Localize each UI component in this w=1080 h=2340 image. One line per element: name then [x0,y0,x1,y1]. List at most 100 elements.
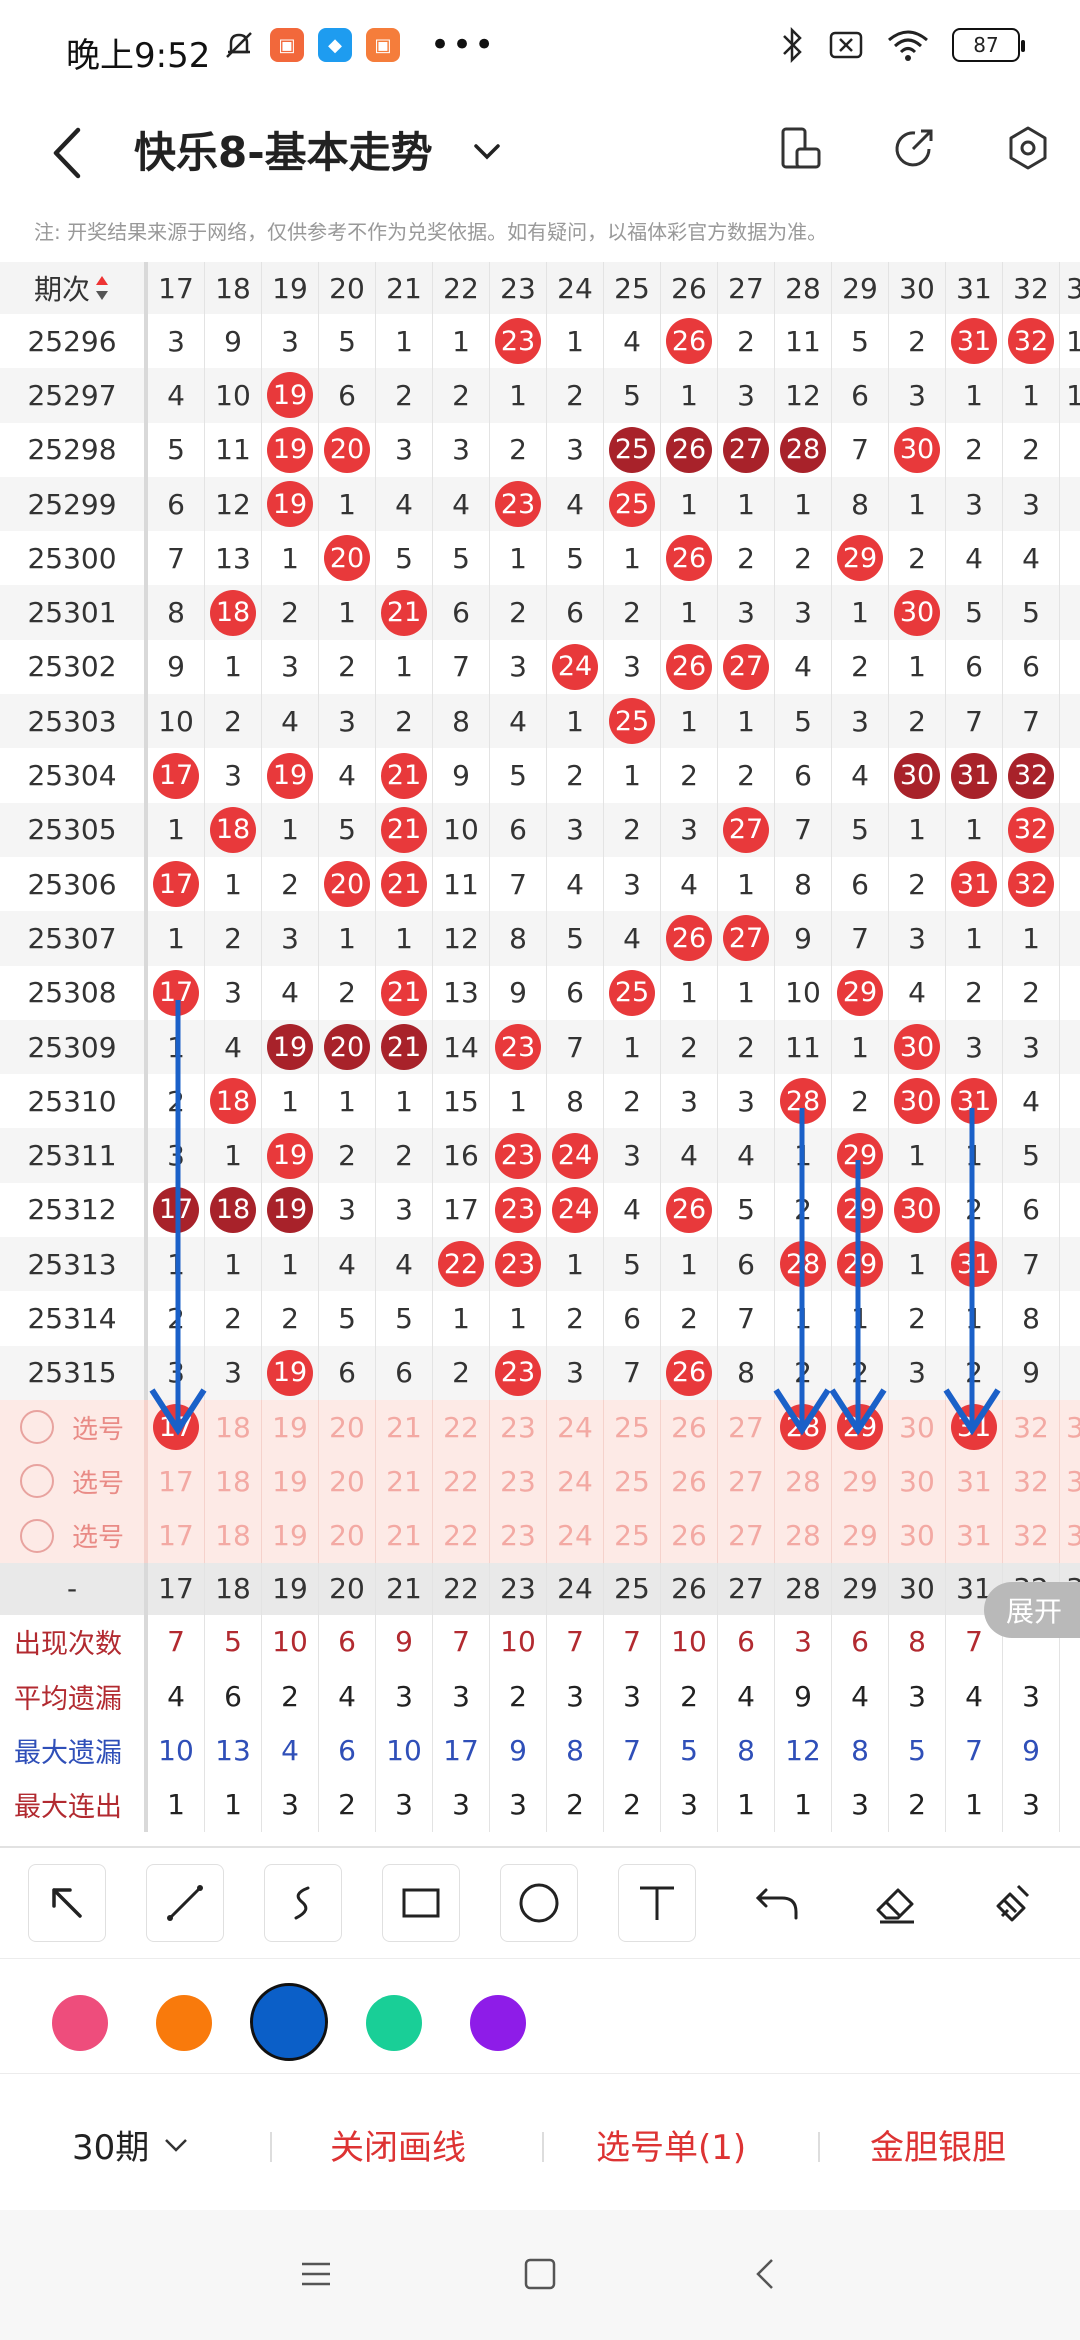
select-number-26[interactable]: 26 [661,1508,718,1563]
select-number-31[interactable]: 31 [946,1508,1003,1563]
select-number-22[interactable]: 22 [433,1454,490,1509]
undo-button[interactable] [738,1864,816,1942]
select-row-toggle[interactable]: 选号 [0,1454,148,1509]
select-number-20[interactable]: 20 [319,1508,376,1563]
select-number-26[interactable]: 26 [661,1399,718,1455]
miss-count-cell: 1 [490,531,547,586]
select-number-30[interactable]: 30 [889,1454,946,1509]
select-number-21[interactable]: 21 [376,1454,433,1509]
stat-value: 1 [946,1777,1003,1833]
color-swatch[interactable] [52,1995,108,2051]
select-number-32[interactable]: 32 [1003,1508,1060,1563]
select-number-27[interactable]: 27 [718,1399,775,1455]
select-number-23[interactable]: 23 [490,1508,547,1563]
select-number-19[interactable]: 19 [262,1454,319,1509]
close-lines-button[interactable]: 关闭画线 [330,2120,466,2169]
select-number-19[interactable]: 19 [262,1508,319,1563]
select-number-25[interactable]: 25 [604,1508,661,1563]
select-number-24[interactable]: 24 [547,1399,604,1455]
drawn-number-ball: 17 [153,861,199,908]
miss-count-cell: 2 [775,531,832,586]
back-arrow-icon[interactable] [46,118,86,188]
chevron-down-icon[interactable] [470,134,504,168]
select-number-25[interactable]: 25 [604,1399,661,1455]
selected-number-ball[interactable]: 29 [837,1404,883,1451]
miss-count-cell: 6 [433,585,490,640]
select-number-32[interactable]: 32 [1003,1454,1060,1509]
period-label: 30期 [72,2128,150,2168]
select-number-17[interactable]: 17 [148,1508,205,1563]
text-tool-button[interactable] [618,1864,696,1942]
select-number-27[interactable]: 27 [718,1508,775,1563]
selected-number-ball[interactable]: 31 [951,1404,997,1451]
curve-tool-button[interactable] [264,1864,342,1942]
color-swatch[interactable] [470,1995,526,2051]
select-number-23[interactable]: 23 [490,1454,547,1509]
select-number-21[interactable]: 21 [376,1399,433,1455]
select-number-28[interactable]: 28 [775,1508,832,1563]
select-number-30[interactable]: 30 [889,1399,946,1455]
select-number-24[interactable]: 24 [547,1508,604,1563]
select-number-18[interactable]: 18 [205,1508,262,1563]
select-number-27[interactable]: 27 [718,1454,775,1509]
nav-back-icon[interactable] [748,2256,784,2292]
cell: 21 [376,1019,433,1075]
expand-button[interactable]: 展开 [984,1582,1080,1638]
select-number-17[interactable]: 17 [148,1399,205,1455]
gold-silver-button[interactable]: 金胆银胆 [870,2120,1006,2169]
share-button[interactable] [884,118,944,178]
drawn-number-ball: 23 [495,1349,541,1396]
selection-list-button[interactable]: 选号单(1) [596,2120,746,2169]
select-tool-button[interactable] [28,1864,106,1942]
rectangle-tool-button[interactable] [382,1864,460,1942]
screen-rotate-button[interactable] [770,118,830,178]
select-number-26[interactable]: 26 [661,1454,718,1509]
miss-count-cell: 7 [490,856,547,912]
select-number-19[interactable]: 19 [262,1399,319,1455]
select-number-20[interactable]: 20 [319,1454,376,1509]
period-selector[interactable]: 30期 [72,2120,191,2169]
select-number-28[interactable]: 28 [775,1399,832,1455]
settings-button[interactable] [998,118,1058,178]
select-number-18[interactable]: 18 [205,1399,262,1455]
selected-number-ball[interactable]: 17 [153,1404,199,1451]
select-row-toggle[interactable]: 选号 [0,1508,148,1563]
select-number-31[interactable]: 31 [946,1399,1003,1455]
select-number-18[interactable]: 18 [205,1454,262,1509]
select-number-20[interactable]: 20 [319,1399,376,1455]
select-number-29[interactable]: 29 [832,1508,889,1563]
select-number-24[interactable]: 24 [547,1454,604,1509]
select-number-22[interactable]: 22 [433,1508,490,1563]
color-swatch[interactable] [156,1995,212,2051]
color-swatch[interactable] [366,1995,422,2051]
select-number-31[interactable]: 31 [946,1454,1003,1509]
select-number-22[interactable]: 22 [433,1399,490,1455]
miss-count-cell: 11 [775,314,832,369]
select-number-30[interactable]: 30 [889,1508,946,1563]
menu-lines-icon[interactable] [298,2256,334,2292]
select-number-17[interactable]: 17 [148,1454,205,1509]
miss-count-cell: 10 [433,802,490,857]
selected-number-ball[interactable]: 28 [780,1404,826,1451]
page-title[interactable]: 快乐8-基本走势 [134,118,433,188]
color-swatch[interactable] [250,1983,328,2061]
select-number-23[interactable]: 23 [490,1399,547,1455]
select-number-29[interactable]: 29 [832,1454,889,1509]
select-number-28[interactable]: 28 [775,1454,832,1509]
miss-count-cell: 1 [148,802,205,857]
period-sort-header[interactable]: 期次 [0,262,148,314]
clear-broom-button[interactable] [974,1864,1052,1942]
select-number-25[interactable]: 25 [604,1454,661,1509]
cell: 26 [661,531,718,586]
circle-tool-button[interactable] [500,1864,578,1942]
line-tool-button[interactable] [146,1864,224,1942]
home-square-icon[interactable] [522,2256,558,2292]
select-number-32[interactable]: 32 [1003,1399,1060,1455]
select-row-toggle[interactable]: 选号 [0,1399,148,1455]
select-number-21[interactable]: 21 [376,1508,433,1563]
stat-label: 最大连出 [0,1777,148,1833]
eraser-button[interactable] [856,1864,934,1942]
miss-count-cell: 2 [604,802,661,857]
select-number-29[interactable]: 29 [832,1399,889,1455]
stat-value: 8 [889,1614,946,1670]
